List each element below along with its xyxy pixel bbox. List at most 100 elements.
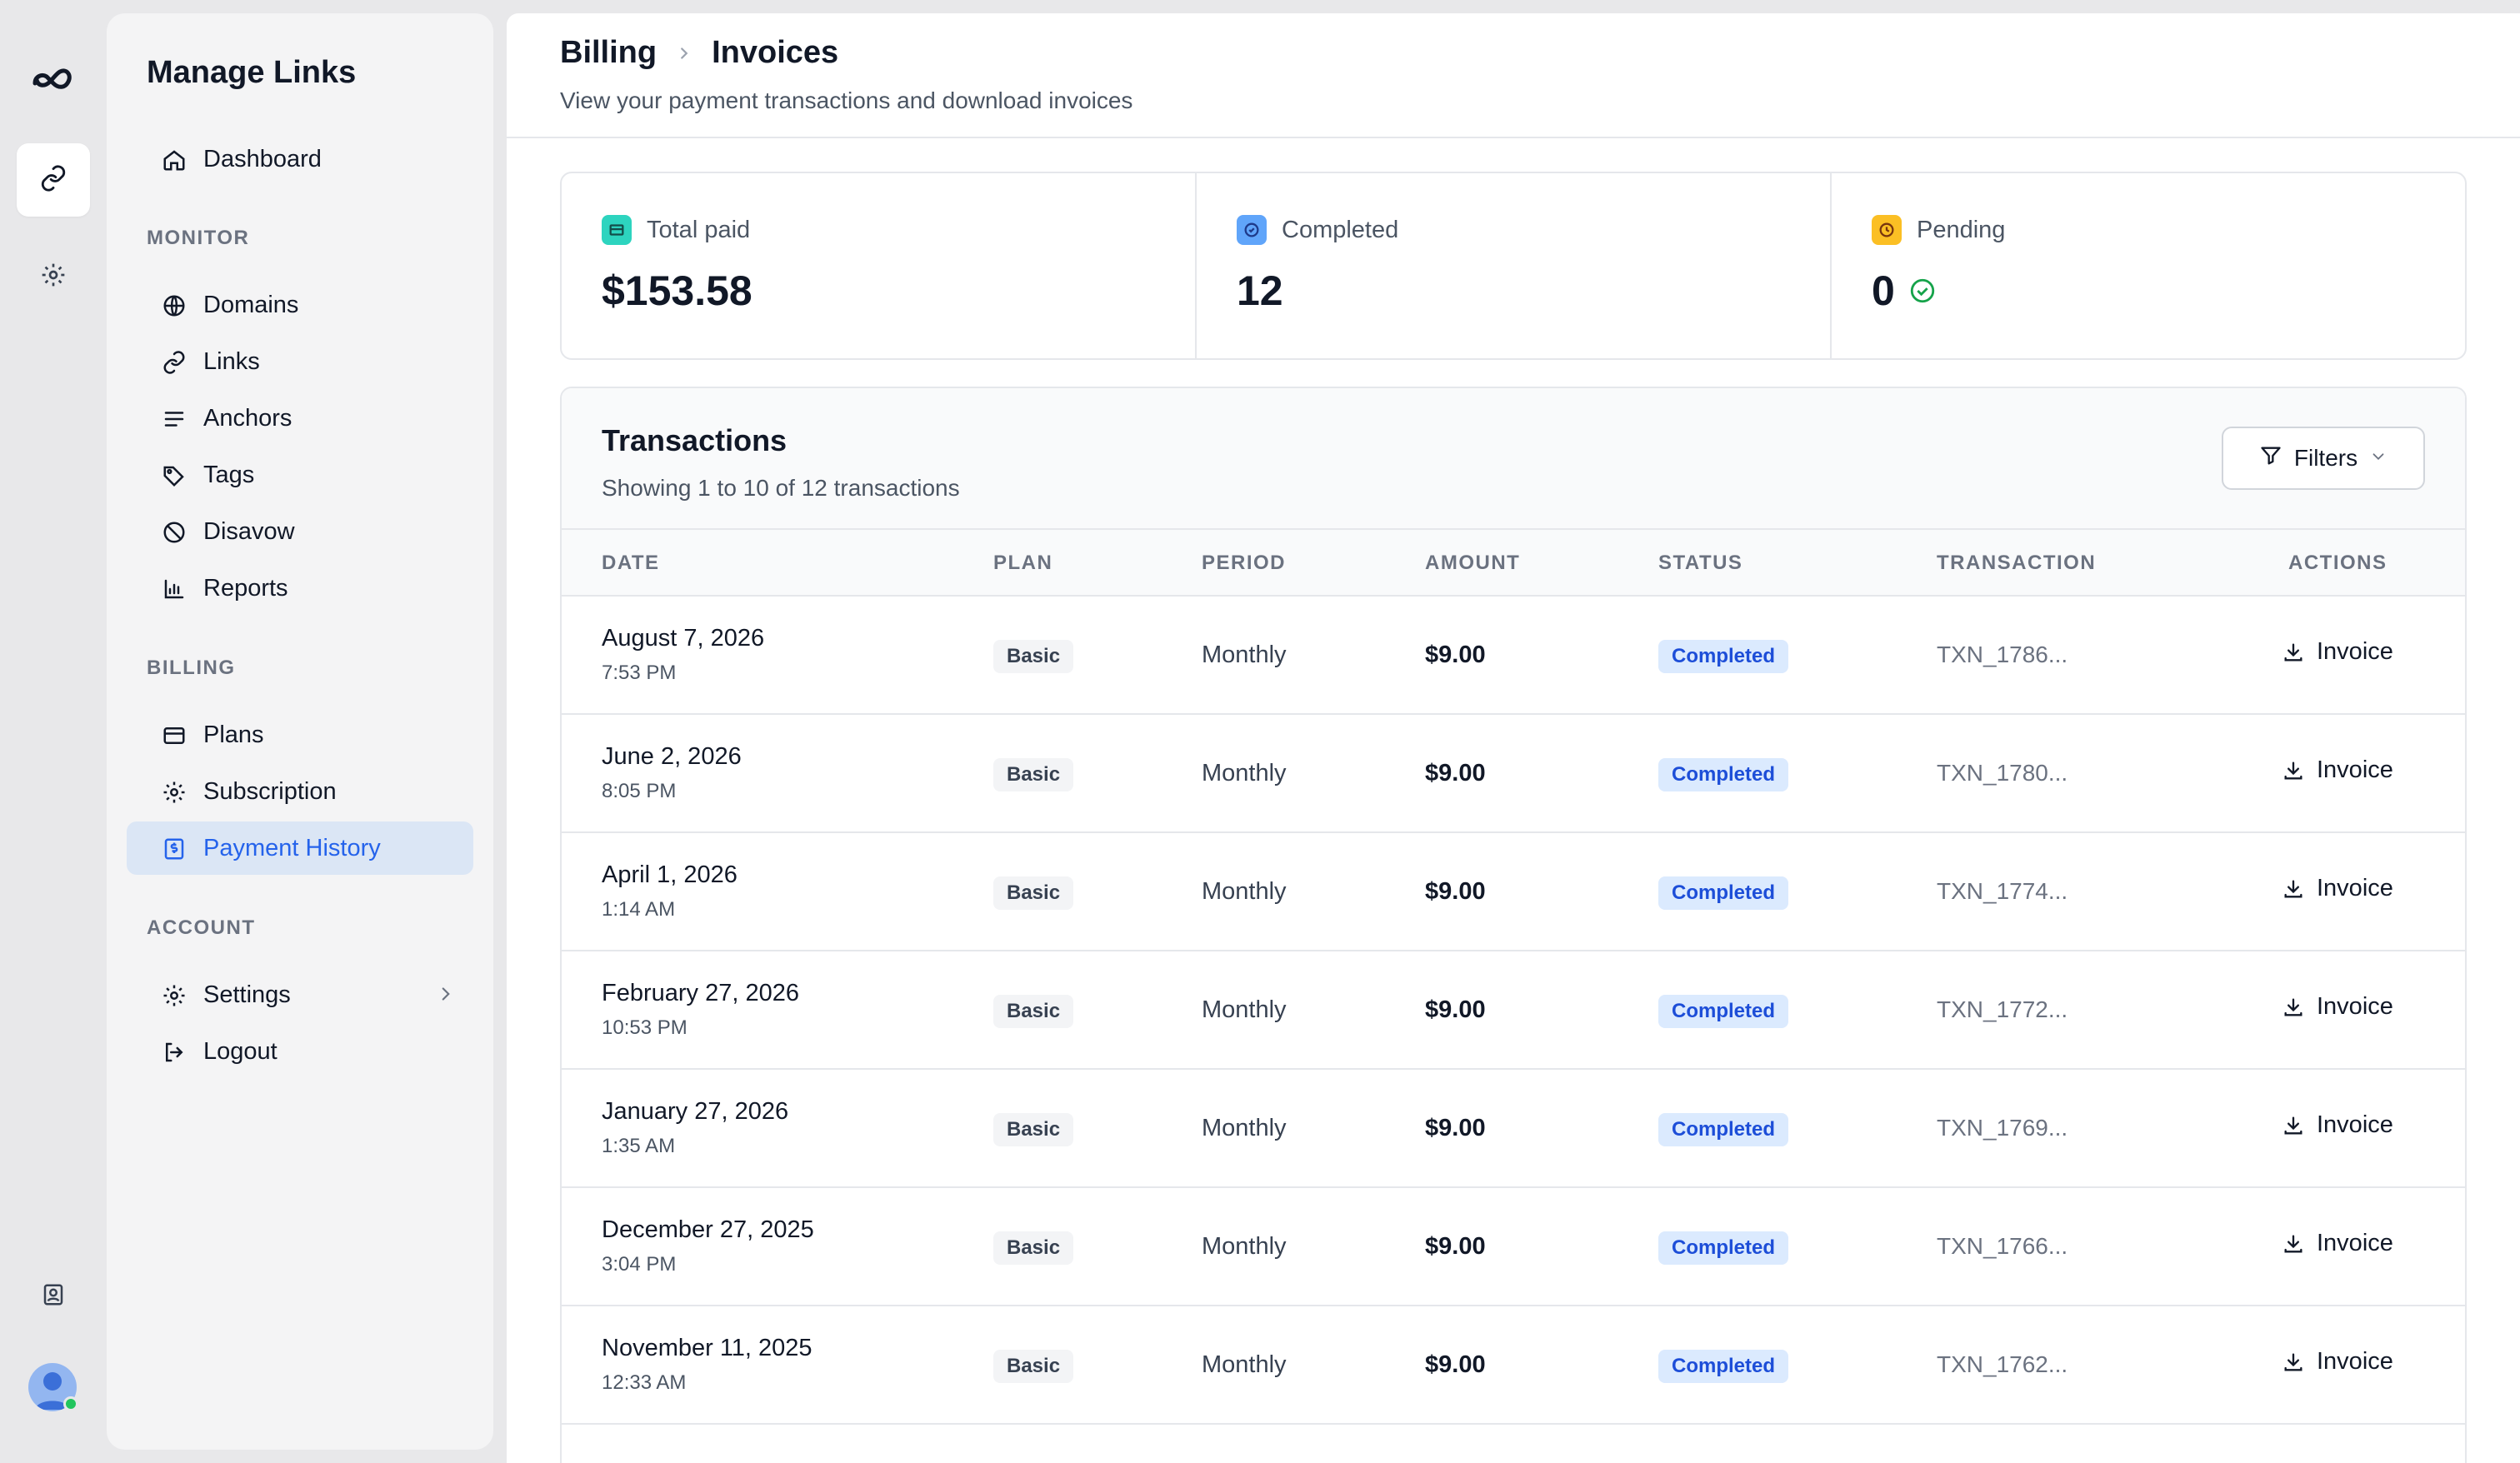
- row-period: Monthly: [1202, 1233, 1287, 1260]
- invoice-label: Invoice: [2317, 756, 2393, 783]
- online-status-dot: [63, 1396, 78, 1411]
- sidebar-item-tags[interactable]: Tags: [127, 448, 473, 502]
- contacts-rail-button[interactable]: [17, 1258, 90, 1331]
- invoice-label: Invoice: [2317, 875, 2393, 901]
- download-invoice-button[interactable]: Invoice: [2282, 756, 2393, 784]
- status-badge: Completed: [1658, 1350, 1789, 1383]
- check-circle-icon: [1908, 277, 1937, 305]
- row-amount: $9.00: [1425, 1233, 1486, 1260]
- table-row: April 1, 2026 1:14 AM Basic Monthly $9.0…: [562, 833, 2465, 951]
- download-icon: [2282, 1232, 2305, 1256]
- gear-icon: [40, 262, 67, 292]
- plan-badge: Basic: [993, 1113, 1074, 1146]
- sidebar-item-payment-history[interactable]: Payment History: [127, 821, 473, 875]
- row-amount: $9.00: [1425, 996, 1486, 1023]
- row-time: 1:35 AM: [602, 1135, 676, 1157]
- sidebar-item-reports[interactable]: Reports: [127, 562, 473, 615]
- invoice-label: Invoice: [2317, 1348, 2393, 1375]
- stat-value: $153.58: [602, 267, 752, 314]
- download-icon: [2282, 877, 2305, 901]
- ban-icon: [162, 520, 187, 545]
- table-header: DATE PLAN PERIOD AMOUNT STATUS TRANSACTI…: [562, 530, 2465, 597]
- sidebar-item-plans[interactable]: Plans: [127, 708, 473, 761]
- chevron-down-icon: [2369, 445, 2388, 472]
- stat-total-paid: Total paid $153.58: [562, 173, 1195, 358]
- logout-icon: [162, 1040, 187, 1065]
- links-rail-button[interactable]: [17, 143, 90, 217]
- download-invoice-button[interactable]: Invoice: [2282, 1230, 2393, 1257]
- column-header-period[interactable]: PERIOD: [1202, 552, 1286, 575]
- plan-badge: Basic: [993, 640, 1074, 673]
- row-amount: $9.00: [1425, 642, 1486, 668]
- download-invoice-button[interactable]: Invoice: [2282, 993, 2393, 1021]
- download-invoice-button[interactable]: Invoice: [2282, 875, 2393, 902]
- link-icon: [39, 164, 68, 197]
- sidebar-item-label: Subscription: [203, 777, 337, 805]
- status-badge: Completed: [1658, 758, 1789, 791]
- tag-icon: [162, 463, 187, 488]
- stat-value: 0: [1872, 267, 1895, 314]
- transaction-id: TXN_1774...: [1937, 878, 2068, 904]
- page-title: Invoices: [712, 35, 839, 70]
- download-invoice-button[interactable]: Invoice: [2282, 1348, 2393, 1376]
- table-row: June 2, 2026 8:05 PM Basic Monthly $9.00…: [562, 715, 2465, 833]
- column-header-status[interactable]: STATUS: [1658, 552, 1742, 575]
- breadcrumb-billing[interactable]: Billing: [560, 35, 657, 71]
- row-date: June 2, 2026: [602, 743, 742, 770]
- column-header-date[interactable]: DATE: [602, 552, 660, 575]
- row-date: April 1, 2026: [602, 861, 738, 888]
- row-amount: $9.00: [1425, 760, 1486, 786]
- stat-value: 12: [1237, 267, 1283, 314]
- status-badge: Completed: [1658, 1113, 1789, 1146]
- column-header-amount[interactable]: AMOUNT: [1425, 552, 1520, 575]
- plan-badge: Basic: [993, 1231, 1074, 1265]
- sidebar-item-anchors[interactable]: Anchors: [127, 392, 473, 445]
- table-row: November 11, 2025 12:33 AM Basic Monthly…: [562, 1306, 2465, 1425]
- status-badge: Completed: [1658, 640, 1789, 673]
- invoice-label: Invoice: [2317, 1111, 2393, 1138]
- sidebar-item-subscription[interactable]: Subscription: [127, 765, 473, 818]
- sidebar-item-logout[interactable]: Logout: [127, 1025, 473, 1078]
- download-icon: [2282, 759, 2305, 782]
- gear-icon: [162, 780, 187, 805]
- sidebar-item-dashboard[interactable]: Dashboard: [127, 132, 473, 186]
- check-circle-icon: [1237, 215, 1267, 245]
- plan-badge: Basic: [993, 758, 1074, 791]
- row-date: February 27, 2026: [602, 980, 799, 1006]
- download-icon: [2282, 1114, 2305, 1137]
- section-label-billing: BILLING: [147, 657, 236, 679]
- row-date: January 27, 2026: [602, 1098, 789, 1125]
- sidebar-item-settings[interactable]: Settings: [127, 968, 473, 1021]
- chevron-right-icon: [675, 44, 693, 62]
- page-header: Billing Invoices View your payment trans…: [560, 35, 1132, 114]
- plan-badge: Basic: [993, 876, 1074, 910]
- status-badge: Completed: [1658, 1231, 1789, 1265]
- link-icon: [162, 350, 187, 375]
- sidebar-item-disavow[interactable]: Disavow: [127, 505, 473, 558]
- table-body: August 7, 2026 7:53 PM Basic Monthly $9.…: [562, 597, 2465, 1425]
- row-period: Monthly: [1202, 760, 1287, 786]
- download-icon: [2282, 641, 2305, 664]
- transaction-id: TXN_1762...: [1937, 1351, 2068, 1377]
- icon-rail: [0, 0, 107, 1463]
- breadcrumb: Billing Invoices: [560, 35, 1132, 71]
- download-invoice-button[interactable]: Invoice: [2282, 1111, 2393, 1139]
- settings-rail-button[interactable]: [17, 240, 90, 313]
- app-logo-icon[interactable]: [28, 57, 78, 107]
- stat-label: Total paid: [647, 216, 751, 243]
- sidebar-item-label: Payment History: [203, 834, 381, 861]
- download-invoice-button[interactable]: Invoice: [2282, 638, 2393, 666]
- sidebar-item-label: Anchors: [203, 404, 292, 432]
- sidebar-item-domains[interactable]: Domains: [127, 278, 473, 332]
- row-date: November 11, 2025: [602, 1335, 812, 1361]
- transactions-header: Transactions Showing 1 to 10 of 12 trans…: [562, 388, 2465, 530]
- column-header-transaction[interactable]: TRANSACTION: [1937, 552, 2096, 575]
- column-header-plan[interactable]: PLAN: [993, 552, 1052, 575]
- filter-icon: [2259, 444, 2282, 473]
- column-header-actions: ACTIONS: [2288, 552, 2388, 574]
- contact-book-icon: [17, 1258, 90, 1331]
- status-badge: Completed: [1658, 995, 1789, 1028]
- sidebar-item-links[interactable]: Links: [127, 335, 473, 388]
- row-period: Monthly: [1202, 996, 1287, 1023]
- filters-button[interactable]: Filters: [2222, 427, 2425, 490]
